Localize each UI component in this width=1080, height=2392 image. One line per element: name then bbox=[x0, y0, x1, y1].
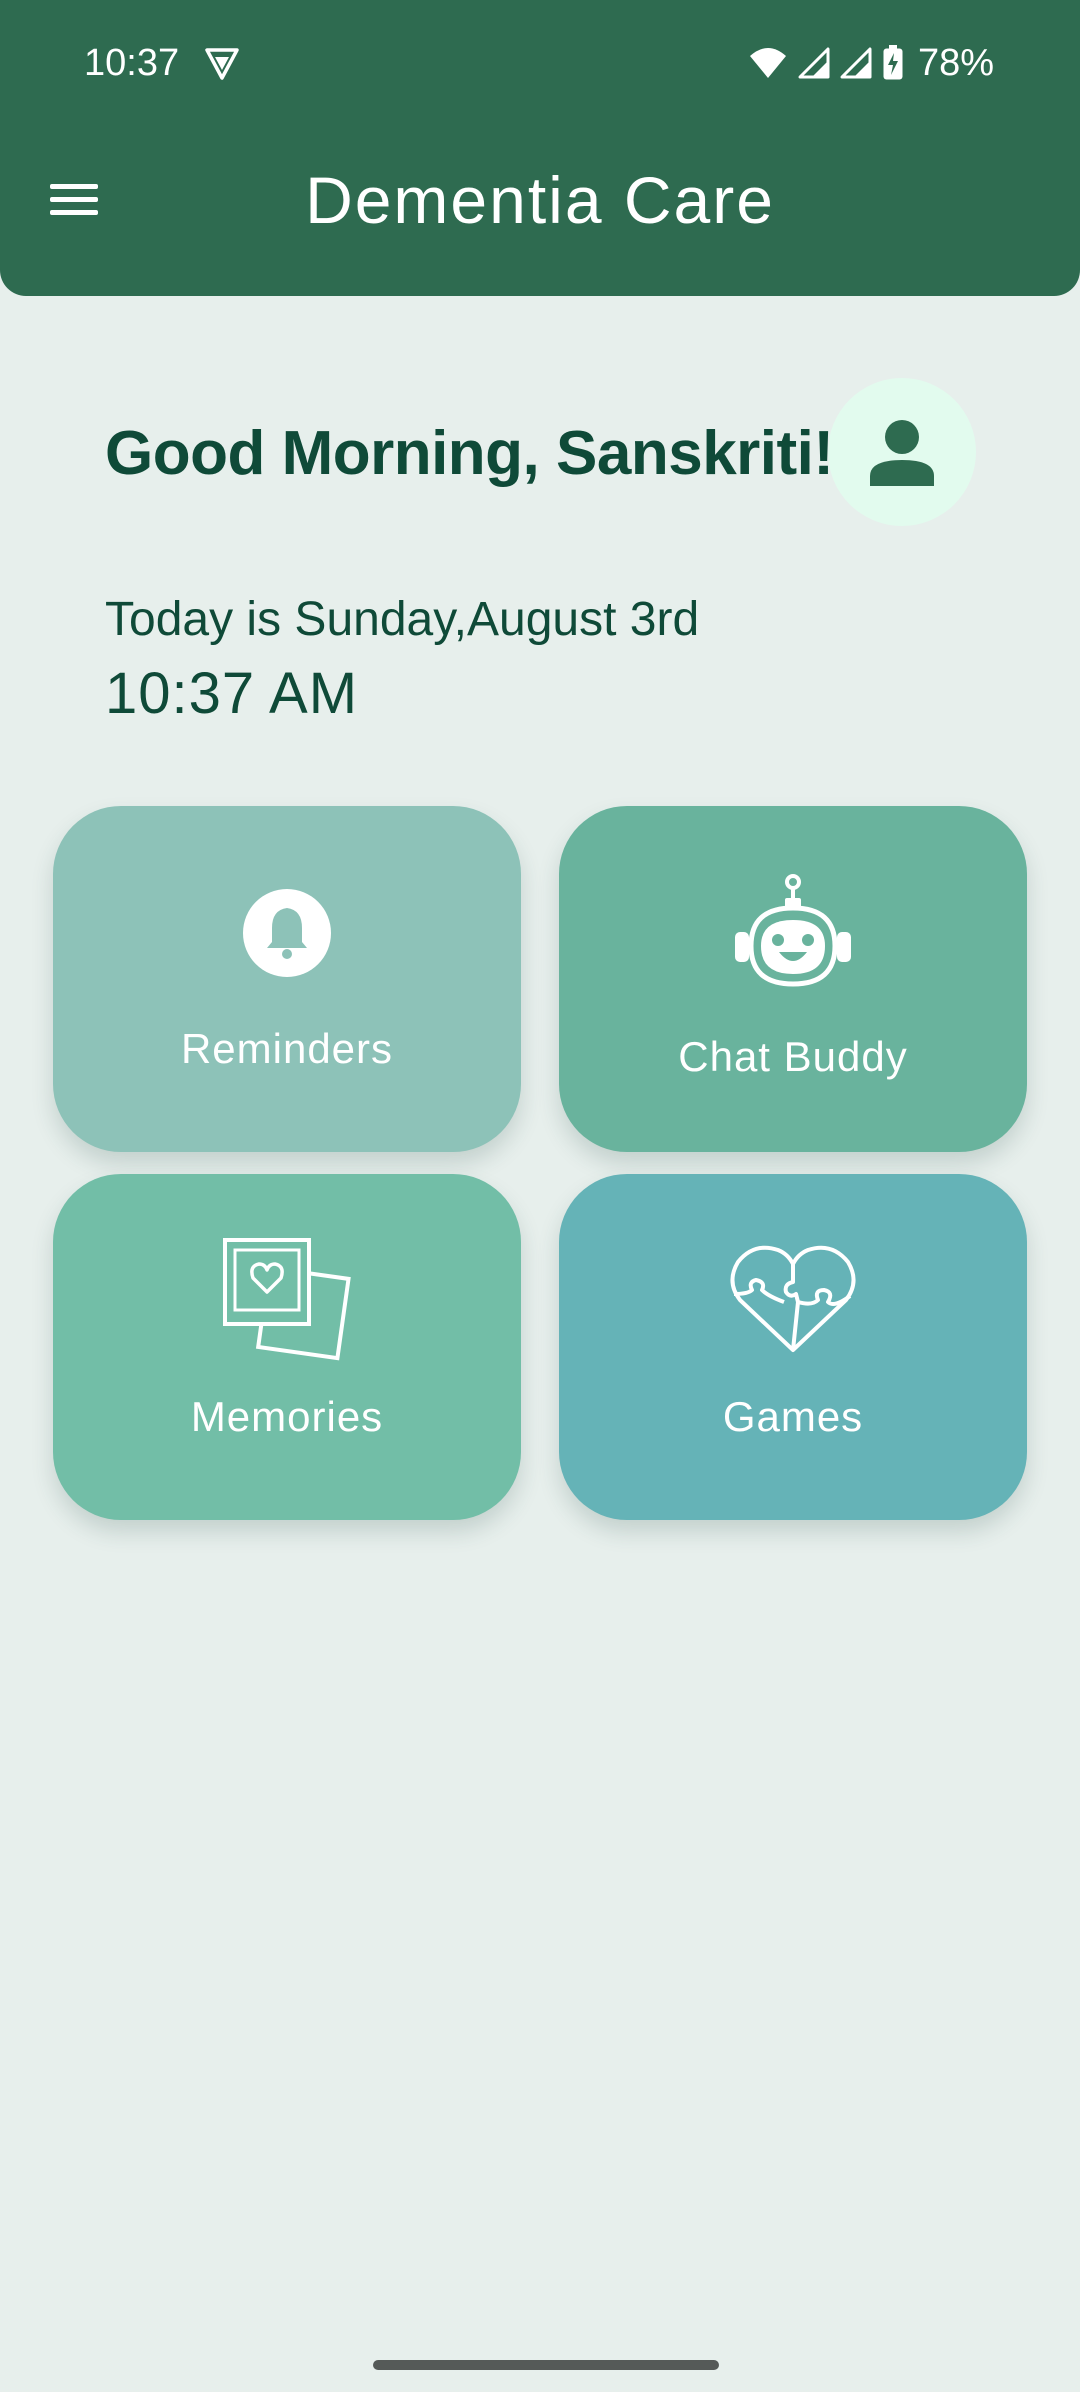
vpn-icon bbox=[205, 48, 239, 80]
app-title: Dementia Care bbox=[305, 163, 775, 237]
app-bar: 10:37 78% Dementia Care bbox=[0, 0, 1080, 296]
games-card[interactable]: Games bbox=[559, 1174, 1027, 1520]
puzzle-heart-icon bbox=[730, 1245, 856, 1352]
person-icon bbox=[870, 420, 934, 486]
bell-icon bbox=[243, 889, 331, 977]
memories-card[interactable]: Memories bbox=[53, 1174, 521, 1520]
time-text: 10:37 AM bbox=[105, 661, 359, 726]
status-time: 10:37 bbox=[84, 42, 180, 84]
chat-buddy-card[interactable]: Chat Buddy bbox=[559, 806, 1027, 1152]
reminders-card[interactable]: Reminders bbox=[53, 806, 521, 1152]
wifi-icon bbox=[749, 48, 786, 78]
battery-percent: 78% bbox=[917, 42, 994, 84]
reminders-label: Reminders bbox=[180, 1025, 394, 1072]
home-indicator[interactable] bbox=[373, 2360, 719, 2370]
battery-charging-icon bbox=[883, 45, 903, 80]
greeting-text: Good Morning, Sanskriti! bbox=[105, 419, 834, 488]
status-icons: 78% bbox=[748, 40, 994, 86]
signal-icon bbox=[798, 47, 830, 79]
photos-heart-icon bbox=[223, 1238, 351, 1361]
chat-buddy-label: Chat Buddy bbox=[678, 1033, 908, 1080]
games-label: Games bbox=[722, 1393, 864, 1440]
signal-icon bbox=[840, 47, 872, 79]
date-text: Today is Sunday,August 3rd bbox=[105, 593, 700, 646]
avatar[interactable] bbox=[828, 378, 976, 526]
memories-label: Memories bbox=[190, 1393, 384, 1440]
robot-icon bbox=[735, 874, 851, 987]
